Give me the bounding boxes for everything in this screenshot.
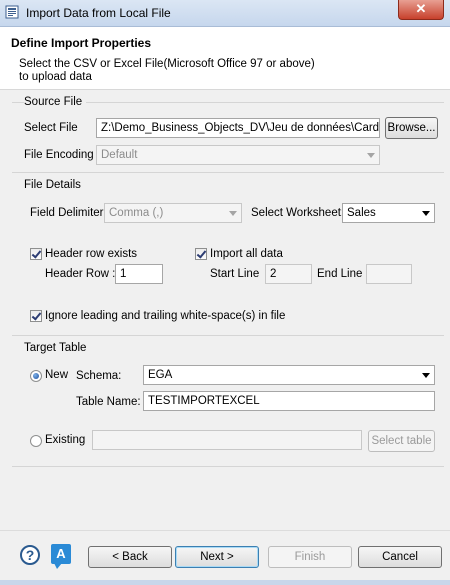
divider [12,466,444,467]
select-worksheet-label: Select Worksheet: [251,207,345,219]
page-title: Define Import Properties [11,36,152,50]
select-worksheet-select[interactable]: Sales [342,203,435,223]
import-all-data-label: Import all data [210,248,283,260]
footer-divider [0,530,450,531]
chevron-down-icon [229,211,237,216]
checkmark-icon [31,310,42,321]
file-details-section-title: File Details [24,179,81,191]
import-all-data-checkbox[interactable] [195,248,207,260]
window-bottom-edge [0,580,450,585]
table-name-input[interactable]: TESTIMPORTEXCEL [143,391,435,411]
source-file-section-title: Source File [24,96,87,108]
file-encoding-select[interactable]: Default [96,145,380,165]
assistant-icon[interactable]: A [51,544,71,569]
close-button[interactable]: ✕ [398,0,444,20]
schema-label: Schema: [76,370,122,382]
existing-table-field[interactable] [92,430,362,450]
schema-value: EGA [148,369,173,381]
page-description: Select the CSV or Excel File(Microsoft O… [19,58,315,83]
app-icon [5,5,19,19]
window-title: Import Data from Local File [26,6,171,20]
radio-selected-icon [33,373,39,379]
start-line-label: Start Line [210,268,260,280]
file-encoding-label: File Encoding [24,149,94,161]
select-worksheet-value: Sales [347,207,376,219]
header-row-exists-label: Header row exists [45,248,138,260]
title-bar: Import Data from Local File ✕ [0,0,450,27]
help-icon[interactable]: ? [20,545,40,565]
next-button[interactable]: Next > [175,546,259,568]
file-encoding-value: Default [101,149,138,161]
header-row-input[interactable]: 1 [115,264,163,284]
field-delimiter-select[interactable]: Comma (,) [104,203,242,223]
checkmark-icon [31,248,42,259]
field-delimiter-value: Comma (,) [109,207,164,219]
end-line-input[interactable] [366,264,412,284]
wizard-header: Define Import Properties Select the CSV … [0,27,450,90]
divider [12,335,444,336]
divider [12,172,444,173]
end-line-label: End Line [317,268,363,280]
select-file-field[interactable]: Z:\Demo_Business_Objects_DV\Jeu de donné… [96,118,380,138]
chevron-down-icon [422,211,430,216]
existing-label: Existing [45,434,86,446]
ignore-whitespace-label: Ignore leading and trailing white-space(… [45,310,286,322]
ignore-whitespace-checkbox[interactable] [30,310,42,322]
cancel-button[interactable]: Cancel [358,546,442,568]
schema-select[interactable]: EGA [143,365,435,385]
start-line-input[interactable]: 2 [265,264,312,284]
field-delimiter-label: Field Delimiter [30,207,104,219]
chevron-down-icon [367,153,375,158]
header-row-exists-checkbox[interactable] [30,248,42,260]
target-table-section-title: Target Table [24,342,87,354]
header-row-label: Header Row : [45,268,116,280]
new-radio[interactable] [30,370,42,382]
browse-button[interactable]: Browse... [385,117,438,139]
existing-radio[interactable] [30,435,42,447]
back-button[interactable]: < Back [88,546,172,568]
checkmark-icon [196,248,207,259]
new-label: New [45,369,69,381]
table-name-label: Table Name: [76,396,141,408]
select-file-label: Select File [24,122,78,134]
select-table-button[interactable]: Select table [368,430,435,452]
finish-button[interactable]: Finish [268,546,352,568]
chevron-down-icon [422,373,430,378]
